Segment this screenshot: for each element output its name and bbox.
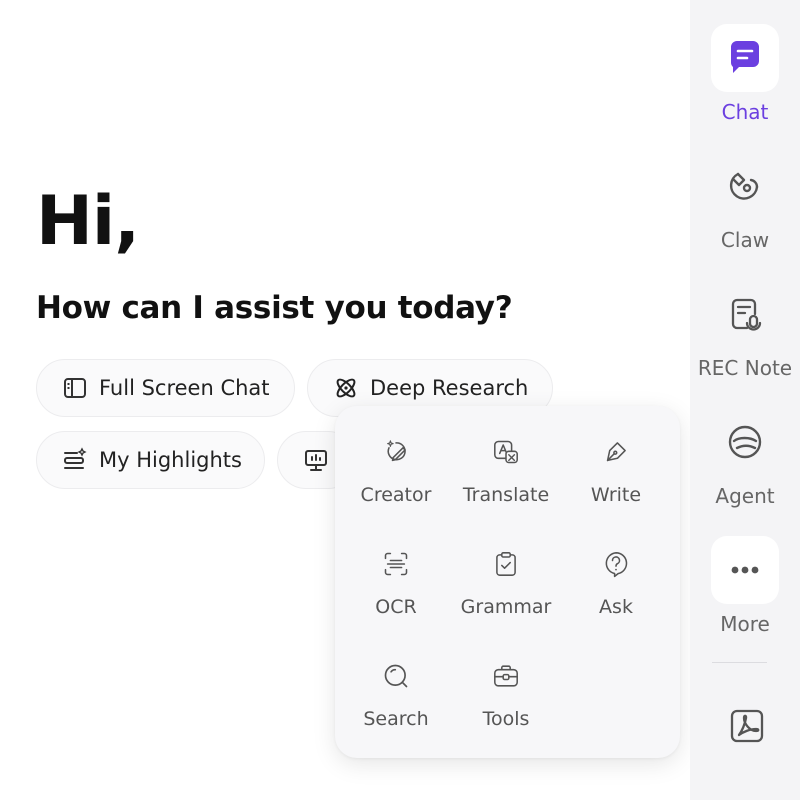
more-icon-tile — [711, 536, 779, 604]
rec-note-icon — [731, 298, 762, 331]
sidebar-item-chat[interactable]: Chat — [690, 24, 800, 124]
sidebar-item-label: More — [720, 612, 770, 636]
agent-icon-tile — [711, 408, 779, 476]
tool-label: Tools — [482, 708, 530, 730]
sidebar-divider — [712, 662, 767, 663]
sidebar-item-claw[interactable]: Claw — [690, 152, 800, 252]
creator-icon — [387, 440, 406, 462]
chip-label: Deep Research — [370, 376, 529, 400]
tool-translate[interactable]: Translate — [451, 406, 561, 506]
clipboard-check-icon — [496, 552, 516, 576]
tool-search[interactable]: Search — [341, 630, 451, 730]
sidebar-item-label: REC Note — [697, 356, 793, 380]
agent-icon — [728, 425, 762, 459]
sidebar-item-agent[interactable]: Agent — [690, 408, 800, 508]
assist-subtitle: How can I assist you today? — [36, 290, 513, 326]
sidebar-item-label: Chat — [721, 100, 769, 124]
tool-creator[interactable]: Creator — [341, 406, 451, 506]
tool-ocr[interactable]: OCR — [341, 518, 451, 618]
sidebar-item-rec-note[interactable]: REC Note — [690, 280, 800, 380]
pdf-icon[interactable] — [727, 706, 767, 746]
full-screen-chat-button[interactable]: Full Screen Chat — [36, 359, 295, 417]
rec-note-icon-tile — [711, 280, 779, 348]
tool-label: Search — [363, 708, 429, 730]
presentation-icon — [305, 450, 327, 471]
more-dots-icon — [731, 566, 759, 574]
chat-icon-tile — [711, 24, 779, 92]
toolbox-icon — [494, 665, 518, 687]
chip-label: Full Screen Chat — [99, 376, 270, 400]
right-sidebar: Chat Claw REC Note Agent More — [690, 0, 800, 800]
tool-label: Translate — [462, 484, 550, 506]
tool-label: Write — [590, 484, 642, 506]
claw-icon — [729, 172, 759, 200]
pen-icon — [606, 442, 626, 462]
chat-icon — [730, 41, 759, 73]
sidebar-layout-icon — [64, 378, 86, 398]
tool-write[interactable]: Write — [561, 406, 671, 506]
tool-ask[interactable]: Ask — [561, 518, 671, 618]
scan-text-icon — [384, 552, 408, 576]
my-highlights-button[interactable]: My Highlights — [36, 431, 265, 489]
tools-popup-menu: Creator Translate Write OCR Grammar Ask … — [335, 406, 680, 758]
highlights-list-icon — [64, 447, 87, 469]
translate-icon — [494, 440, 518, 464]
question-bubble-icon — [605, 552, 628, 578]
search-icon — [384, 664, 408, 688]
greeting-heading: Hi, — [36, 182, 140, 261]
main-panel: Hi, How can I assist you today? Full Scr… — [0, 0, 690, 800]
tool-label: Ask — [599, 596, 633, 618]
atom-icon — [336, 378, 356, 398]
sidebar-item-label: Agent — [715, 484, 775, 508]
chip-label: My Highlights — [99, 448, 242, 472]
sidebar-item-label: Claw — [720, 228, 770, 252]
tool-label: OCR — [375, 596, 417, 618]
tool-tools[interactable]: Tools — [451, 630, 561, 730]
claw-icon-tile — [711, 152, 779, 220]
tool-grammar[interactable]: Grammar — [451, 518, 561, 618]
sidebar-item-more[interactable]: More — [690, 536, 800, 636]
tool-label: Creator — [360, 484, 432, 506]
tool-label: Grammar — [460, 596, 552, 618]
